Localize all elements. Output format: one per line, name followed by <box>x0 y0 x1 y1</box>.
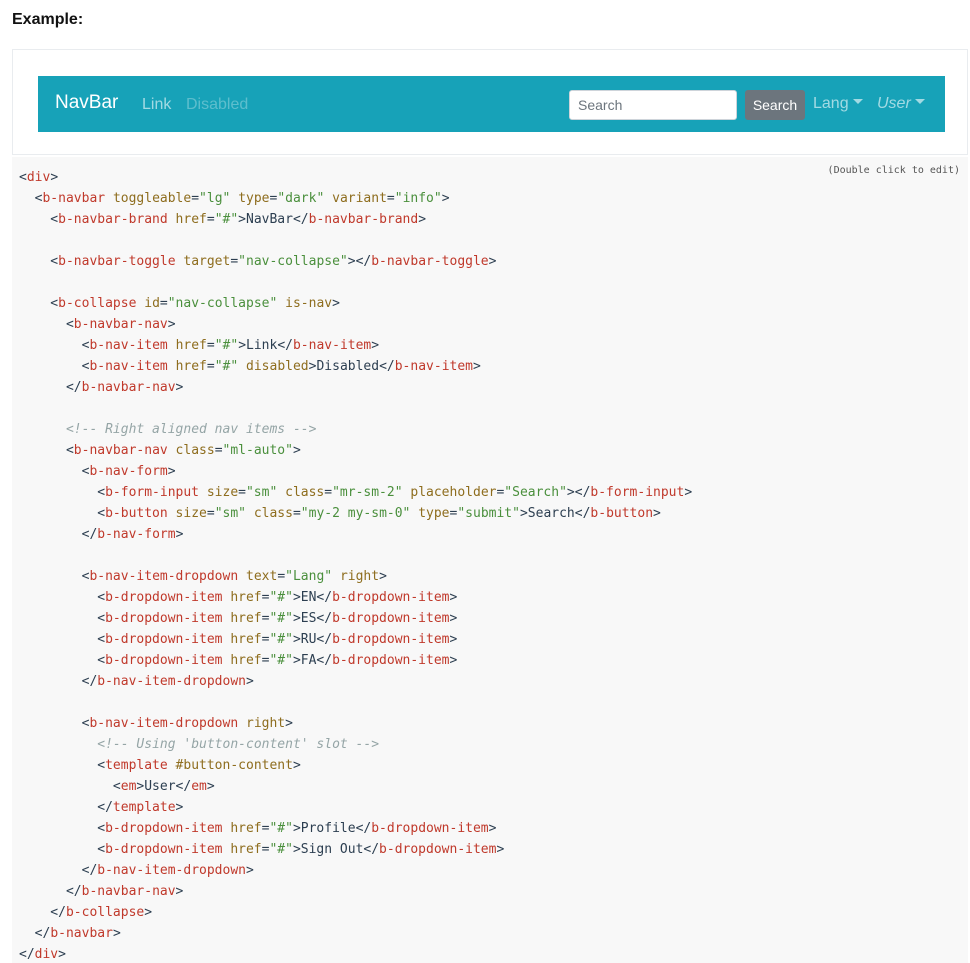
user-dropdown-label: User <box>877 95 911 112</box>
edit-hint: (Double click to edit) <box>827 165 960 176</box>
code-line: <b-nav-form> <box>19 464 176 479</box>
code-editor[interactable]: (Double click to edit) <div> <b-navbar t… <box>12 157 968 963</box>
code-line: <template #button-content> <box>19 758 301 773</box>
nav-item-disabled: Disabled <box>186 96 249 113</box>
lang-dropdown[interactable]: Lang <box>813 95 863 113</box>
search-button[interactable]: Search <box>745 90 805 120</box>
code-line: <b-dropdown-item href="#">Profile</b-dro… <box>19 821 497 836</box>
navbar: NavBar Link Disabled Search Lang User <box>38 76 945 132</box>
code-line: </b-nav-form> <box>19 527 184 542</box>
code-line: <b-navbar-brand href="#">NavBar</b-navba… <box>19 212 427 227</box>
code-line: <b-dropdown-item href="#">Sign Out</b-dr… <box>19 842 505 857</box>
code-block[interactable]: <div> <b-navbar toggleable="lg" type="da… <box>19 167 692 963</box>
caret-down-icon <box>852 99 863 105</box>
code-line: </b-navbar-nav> <box>19 884 184 899</box>
code-line: <b-navbar-nav> <box>19 317 176 332</box>
user-dropdown[interactable]: User <box>877 95 925 113</box>
caret-down-icon <box>914 99 925 105</box>
code-line: <b-navbar toggleable="lg" type="dark" va… <box>19 191 450 206</box>
code-line: <b-collapse id="nav-collapse" is-nav> <box>19 296 340 311</box>
nav-item-link[interactable]: Link <box>142 96 171 114</box>
code-line: <!-- Right aligned nav items --> <box>65 422 317 437</box>
code-line: </b-navbar> <box>19 926 121 941</box>
code-line: <b-nav-item-dropdown right> <box>19 716 293 731</box>
code-line: <em>User</em> <box>19 779 215 794</box>
code-line: <b-navbar-nav class="ml-auto"> <box>19 443 301 458</box>
code-line: <b-dropdown-item href="#">ES</b-dropdown… <box>19 611 458 626</box>
code-line: </b-collapse> <box>19 905 153 920</box>
code-line: <b-form-input size="sm" class="mr-sm-2" … <box>19 485 693 500</box>
code-line: <b-dropdown-item href="#">EN</b-dropdown… <box>19 590 458 605</box>
example-heading: Example: <box>12 11 84 28</box>
code-line: <div> <box>19 170 59 185</box>
code-line: <b-button size="sm" class="my-2 my-sm-0"… <box>19 506 661 521</box>
code-line: </b-nav-item-dropdown> <box>19 863 254 878</box>
code-line: </div> <box>19 947 66 962</box>
code-line: <b-nav-item-dropdown text="Lang" right> <box>19 569 387 584</box>
code-line: <b-nav-item href="#" disabled>Disabled</… <box>19 359 481 374</box>
code-line: </template> <box>19 800 184 815</box>
lang-dropdown-label: Lang <box>813 95 849 112</box>
code-line: <b-navbar-toggle target="nav-collapse"><… <box>19 254 497 269</box>
search-input[interactable] <box>569 90 737 120</box>
code-line: </b-nav-item-dropdown> <box>19 674 254 689</box>
navbar-brand[interactable]: NavBar <box>55 92 118 114</box>
code-line: </b-navbar-nav> <box>19 380 184 395</box>
code-line: <b-dropdown-item href="#">FA</b-dropdown… <box>19 653 458 668</box>
code-line: <b-dropdown-item href="#">RU</b-dropdown… <box>19 632 458 647</box>
code-line: <!-- Using 'button-content' slot --> <box>97 737 380 752</box>
code-line: <b-nav-item href="#">Link</b-nav-item> <box>19 338 380 353</box>
